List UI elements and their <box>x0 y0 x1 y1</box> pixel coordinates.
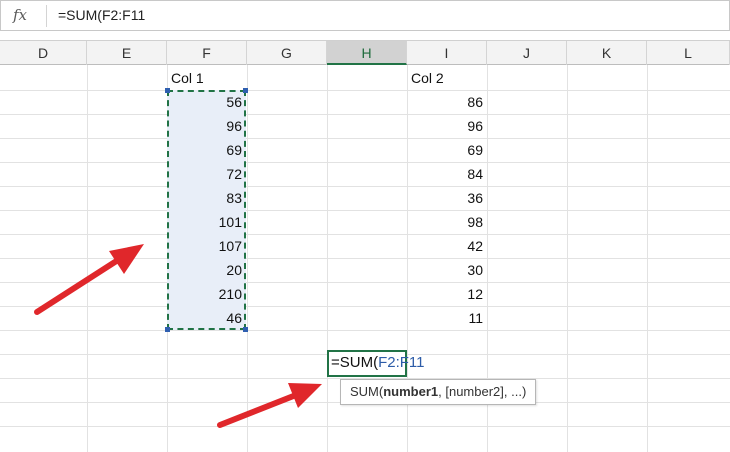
column-header-k[interactable]: K <box>567 41 647 65</box>
grid-line <box>0 138 730 139</box>
col1-cell[interactable]: 46 <box>167 306 242 330</box>
formula-input[interactable]: =SUM(F2:F11 <box>58 1 145 30</box>
range-handle[interactable] <box>243 327 248 332</box>
column-header-f[interactable]: F <box>167 41 247 65</box>
tooltip-current-arg: number1 <box>383 384 439 399</box>
fx-icon[interactable]: fx <box>5 1 35 30</box>
column-header-l[interactable]: L <box>647 41 730 65</box>
grid-line <box>0 282 730 283</box>
grid-line <box>0 426 730 427</box>
tooltip-function-name: SUM( <box>350 384 384 399</box>
grid-line <box>0 306 730 307</box>
grid-line <box>0 258 730 259</box>
grid-line <box>0 162 730 163</box>
col2-cell[interactable]: 36 <box>407 186 483 210</box>
column-header-d[interactable]: D <box>0 41 87 65</box>
col2-cell[interactable]: 86 <box>407 90 483 114</box>
col2-cell[interactable]: 69 <box>407 138 483 162</box>
formula-bar-divider <box>46 5 47 27</box>
function-tooltip[interactable]: SUM(number1, [number2], ...) <box>340 379 537 405</box>
active-cell-formula[interactable]: =SUM(F2:F11 <box>331 351 425 375</box>
col2-header-cell[interactable]: Col 2 <box>411 66 444 90</box>
column-header-j[interactable]: J <box>487 41 567 65</box>
column-header-e[interactable]: E <box>87 41 167 65</box>
col2-cell[interactable]: 98 <box>407 210 483 234</box>
col2-cell[interactable]: 96 <box>407 114 483 138</box>
col2-cell[interactable]: 11 <box>407 306 483 330</box>
tooltip-remaining-args: , [number2], ...) <box>438 384 527 399</box>
col1-cell[interactable]: 107 <box>167 234 242 258</box>
grid-line <box>0 330 730 331</box>
col1-cell[interactable]: 72 <box>167 162 242 186</box>
grid-line <box>0 186 730 187</box>
col1-cell[interactable]: 101 <box>167 210 242 234</box>
formula-range-ref: F2:F11 <box>378 354 425 371</box>
col1-cell[interactable]: 83 <box>167 186 242 210</box>
col1-cell[interactable]: 69 <box>167 138 242 162</box>
col1-cell[interactable]: 210 <box>167 282 242 306</box>
column-header-row: D E F G H I J K L <box>0 40 730 65</box>
column-header-g[interactable]: G <box>247 41 327 65</box>
column-header-i[interactable]: I <box>407 41 487 65</box>
col2-cell[interactable]: 30 <box>407 258 483 282</box>
col1-cell[interactable]: 96 <box>167 114 242 138</box>
col2-cell[interactable]: 12 <box>407 282 483 306</box>
col2-cell[interactable]: 84 <box>407 162 483 186</box>
formula-prefix: =SUM( <box>331 354 379 371</box>
col1-cell[interactable]: 56 <box>167 90 242 114</box>
grid-line <box>0 114 730 115</box>
col2-cell[interactable]: 42 <box>407 234 483 258</box>
grid-line <box>0 234 730 235</box>
grid-line <box>0 210 730 211</box>
range-handle[interactable] <box>243 88 248 93</box>
column-header-h[interactable]: H <box>327 41 407 65</box>
col1-cell[interactable]: 20 <box>167 258 242 282</box>
cell-grid[interactable]: Col 1 Col 2 56 96 69 72 83 101 107 20 21… <box>0 65 730 452</box>
formula-bar: fx =SUM(F2:F11 <box>0 0 730 31</box>
grid-line <box>0 90 730 91</box>
col1-header-cell[interactable]: Col 1 <box>171 66 204 90</box>
